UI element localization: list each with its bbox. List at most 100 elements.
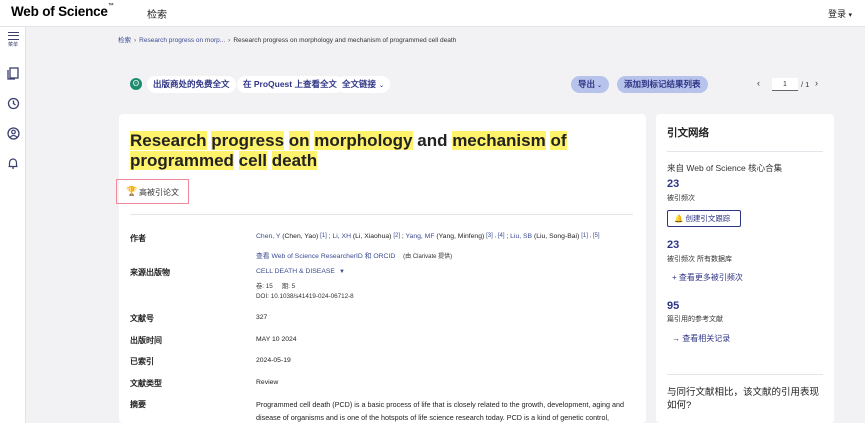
publication-date: MAY 10 2024 (256, 336, 297, 343)
author-full-name: (Yang, Minfeng) (434, 233, 487, 240)
record-card: Research progress on morphology and mech… (116, 114, 646, 423)
trophy-icon: 🏆 (126, 186, 138, 196)
author-full-name: (Chen, Yao) (280, 233, 321, 240)
bell-icon: 🔔 (674, 214, 684, 223)
author-affiliation-link[interactable]: [1] (320, 233, 327, 239)
cited-references-label: 篇引用的参考文献 (667, 316, 723, 323)
author-link[interactable]: Yang, MF (406, 233, 435, 240)
authors-label: 作者 (130, 234, 146, 243)
all-databases-label: 被引频次 所有数据库 (667, 256, 732, 263)
menu-button[interactable]: 菜单 (4, 32, 22, 48)
breadcrumb-separator: › (134, 37, 137, 44)
author-full-name: (Liu, Song-Bai) (532, 233, 582, 240)
publication-date-label: 出版时间 (130, 336, 162, 345)
all-databases-count[interactable]: 23 (667, 239, 679, 251)
create-citation-alert-button[interactable]: 🔔 创建引文跟踪 (667, 210, 741, 227)
volume-issue: 卷: 15 期: 5 (256, 283, 296, 290)
caret-down-icon: ▼ (338, 269, 345, 275)
title-word: cell (238, 151, 268, 170)
abstract-line: disease of organisms and is one of the h… (256, 412, 610, 422)
author-link[interactable]: Liu, SB (510, 233, 532, 240)
title-word: of (550, 131, 567, 150)
researcher-id-row: 查看 Web of Science ResearcherID 和 ORCID (… (256, 250, 452, 260)
abstract-label: 摘要 (130, 400, 146, 409)
publisher-free-full-text-button[interactable]: 出版商处的免费全文 (147, 76, 236, 93)
chevron-down-icon: ⌄ (597, 83, 603, 89)
citation-comparison-question: 与同行文献相比，该文献的引用表现如何? (667, 387, 820, 411)
title-word: Research (130, 131, 207, 150)
record-title: Research progress on morphology and mech… (130, 131, 635, 171)
author-link[interactable]: Li, XH (332, 233, 351, 240)
page-number-input[interactable]: 1 (772, 78, 798, 91)
times-cited-count[interactable]: 23 (667, 178, 679, 190)
cited-references-count[interactable]: 95 (667, 300, 679, 312)
article-number: 327 (256, 314, 268, 321)
citation-network-panel: 引文网络 来自 Web of Science 核心合集 23 被引频次 🔔 创建… (656, 114, 834, 423)
breadcrumb-separator: › (228, 37, 231, 44)
breadcrumb-search[interactable]: 检索 (118, 37, 131, 44)
highly-cited-badge[interactable]: 🏆 高被引论文 (116, 179, 189, 204)
author-link[interactable]: Chen, Y (256, 233, 280, 240)
document-type-label: 文献类型 (130, 379, 162, 388)
divider (667, 374, 823, 375)
author-affiliation-link[interactable]: [2] (393, 233, 400, 239)
nav-search-link[interactable]: 检索 (147, 6, 167, 21)
abstract-text: Programmed cell death (PCD) is a basic p… (256, 399, 636, 423)
view-more-times-cited-link[interactable]: + 查看更多被引频次 (672, 272, 743, 283)
breadcrumb-current: Research progress on morphology and mech… (233, 37, 457, 44)
document-list-icon (7, 67, 19, 80)
citation-source: 来自 Web of Science 核心合集 (667, 163, 783, 173)
chevron-right-icon[interactable]: › (815, 78, 818, 88)
chevron-down-icon: ⌄ (379, 83, 385, 89)
title-word: progress (211, 131, 285, 150)
menu-label: 菜单 (7, 42, 18, 48)
source-label: 来源出版物 (130, 268, 170, 277)
view-related-records-link[interactable]: → 查看相关记录 (672, 333, 730, 344)
author-full-name: (Li, Xiaohua) (350, 233, 394, 240)
title-word: programmed (130, 151, 234, 170)
times-cited-label: 被引频次 (667, 195, 695, 202)
title-word: mechanism (452, 131, 546, 150)
chevron-down-icon: ▾ (848, 12, 852, 19)
indexed-label: 已索引 (130, 357, 154, 366)
author-affiliation-link[interactable]: [3] , [4] (486, 233, 504, 239)
title-word: on (288, 131, 310, 150)
title-word (234, 151, 239, 170)
full-text-links-dropdown[interactable]: 全文链接 ⌄ (336, 76, 391, 93)
indexed-date: 2024-05-19 (256, 357, 291, 364)
journal-link[interactable]: CELL DEATH & DISEASE ▼ (256, 268, 345, 275)
user-icon (6, 127, 20, 140)
breadcrumb-results[interactable]: Research progress on morp... (139, 37, 225, 44)
login-menu[interactable]: 登录 ▾ (828, 7, 852, 20)
clarivate-note: (由 Clarivate 提供) (403, 254, 453, 260)
web-of-science-logo[interactable]: Web of Science™ (11, 3, 114, 19)
title-word: death (271, 151, 318, 170)
bell-icon (8, 158, 18, 169)
page-total: / 1 (801, 80, 810, 89)
author-affiliation-link[interactable]: [1] , [5] (581, 233, 599, 239)
document-type: Review (256, 379, 279, 386)
left-sidebar: 菜单 (0, 27, 26, 423)
breadcrumb: 检索 › Research progress on morp... › Research… (118, 34, 456, 44)
article-number-label: 文献号 (130, 314, 154, 323)
alerts-button[interactable] (4, 157, 22, 175)
user-button[interactable] (4, 127, 22, 145)
document-list-button[interactable] (4, 67, 22, 85)
add-to-marked-list-button[interactable]: 添加到标记结果列表 (617, 76, 708, 93)
researcher-id-link[interactable]: 查看 Web of Science ResearcherID 和 ORCID (256, 253, 395, 260)
history-button[interactable] (4, 97, 22, 115)
divider (130, 214, 633, 215)
history-icon (7, 97, 19, 110)
citation-network-title: 引文网络 (667, 127, 709, 139)
title-word: and (412, 131, 453, 150)
export-dropdown[interactable]: 导出 ⌄ (571, 76, 610, 93)
menu-icon (7, 32, 19, 40)
open-access-icon: ʘ (130, 78, 142, 90)
divider (667, 151, 823, 152)
title-word: morphology (314, 131, 413, 150)
proquest-full-text-button[interactable]: 在 ProQuest 上查看全文 (237, 76, 343, 93)
doi: DOI: 10.1038/s41419-024-06712-8 (256, 293, 354, 300)
top-bar: Web of Science™ 检索 登录 ▾ (0, 0, 865, 27)
highly-cited-label: 高被引论文 (139, 188, 179, 197)
chevron-left-icon[interactable]: ‹ (757, 78, 760, 88)
